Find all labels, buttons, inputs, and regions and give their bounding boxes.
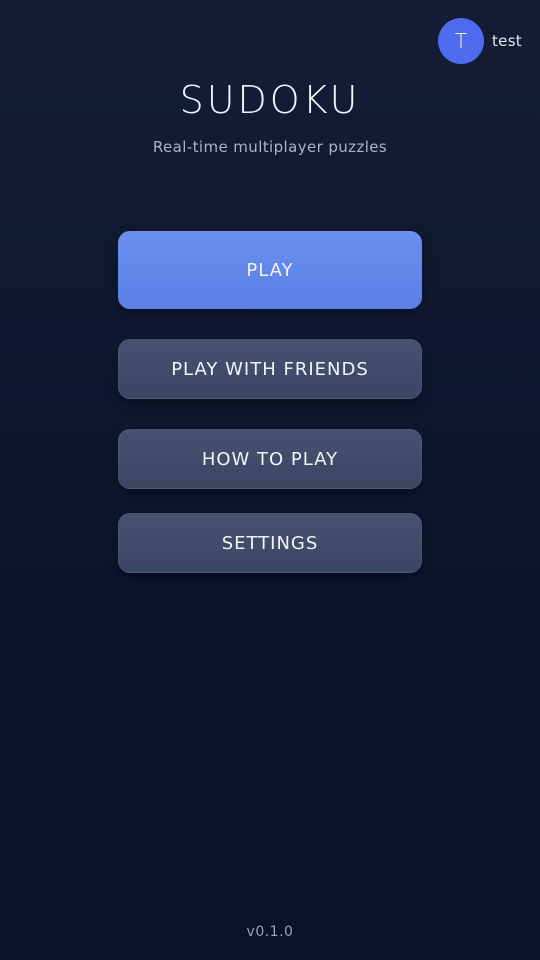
play-button-label: PLAY [246, 259, 294, 281]
play-with-friends-label: PLAY WITH FRIENDS [171, 358, 369, 380]
settings-label: SETTINGS [221, 532, 319, 554]
page-title: SUDOKU [179, 78, 361, 122]
play-with-friends-button[interactable]: PLAY WITH FRIENDS [118, 339, 422, 399]
page-subtitle: Real-time multiplayer puzzles [152, 138, 388, 156]
user-profile[interactable]: T test [437, 18, 522, 64]
how-to-play-label: HOW TO PLAY [201, 448, 339, 470]
version-label: v0.1.0 [246, 924, 294, 940]
avatar-initial: T [454, 29, 468, 53]
username-label: test [491, 32, 522, 50]
how-to-play-button[interactable]: HOW TO PLAY [118, 429, 422, 489]
settings-button[interactable]: SETTINGS [118, 513, 422, 573]
avatar[interactable]: T [437, 18, 484, 64]
play-button[interactable]: PLAY [118, 231, 422, 309]
